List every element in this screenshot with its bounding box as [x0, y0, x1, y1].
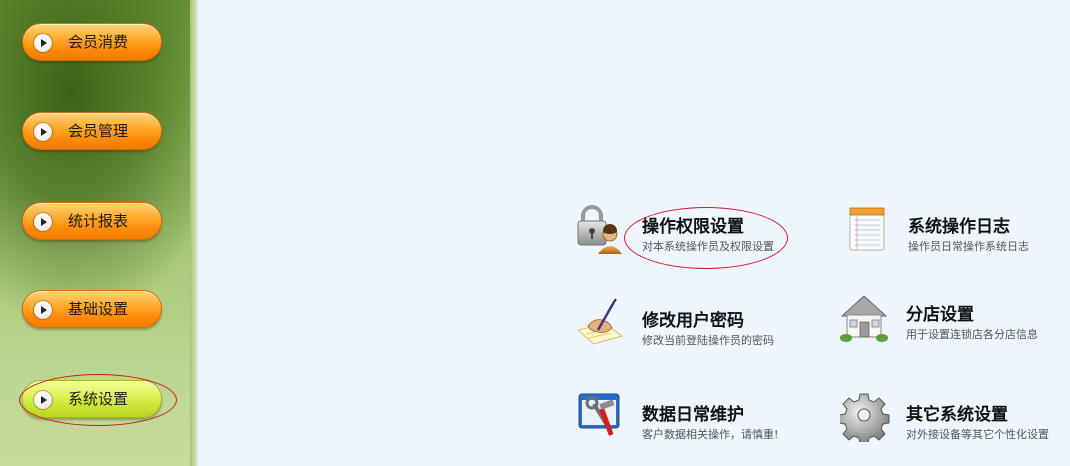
sidebar-item-label: 基础设置	[68, 300, 129, 318]
play-icon	[34, 213, 52, 231]
play-icon	[34, 123, 52, 141]
tile-branch-settings[interactable]: 分店设置 用于设置连锁店各分店信息	[838, 292, 1070, 352]
lock-user-icon	[577, 205, 622, 254]
sidebar-divider	[190, 0, 198, 466]
tile-description: 操作员日常操作系统日志	[908, 240, 1029, 253]
sidebar-item-basic-settings[interactable]: 基础设置	[22, 290, 162, 328]
sidebar-item-label: 会员消费	[68, 33, 129, 51]
sidebar-item-member-consumption[interactable]: 会员消费	[22, 23, 162, 61]
tile-operation-permission[interactable]: 操作权限设置 对本系统操作员及权限设置	[576, 202, 811, 262]
play-icon	[34, 391, 52, 409]
play-icon	[34, 34, 52, 52]
tile-other-settings[interactable]: 其它系统设置 对外接设备等其它个性化设置	[840, 390, 1070, 450]
tile-title: 操作权限设置	[642, 217, 744, 237]
sidebar-item-member-management[interactable]: 会员管理	[22, 112, 162, 150]
play-icon	[34, 301, 52, 319]
tile-change-password[interactable]: 修改用户密码 修改当前登陆操作员的密码	[576, 296, 811, 356]
hand-writing-icon	[577, 298, 623, 345]
tile-system-operation-log[interactable]: 系统操作日志 操作员日常操作系统日志	[842, 202, 1070, 262]
sidebar-item-system-settings[interactable]: 系统设置	[22, 380, 162, 418]
sidebar-item-label: 系统设置	[68, 390, 129, 408]
gear-icon	[840, 393, 890, 442]
tile-title: 数据日常维护	[642, 405, 744, 425]
tile-description: 修改当前登陆操作员的密码	[642, 334, 774, 347]
tools-icon	[578, 393, 620, 436]
tile-description: 对外接设备等其它个性化设置	[906, 428, 1049, 441]
tile-title: 分店设置	[906, 305, 974, 325]
tile-title: 系统操作日志	[908, 217, 1010, 237]
tile-description: 对本系统操作员及权限设置	[642, 240, 774, 253]
tile-description: 客户数据相关操作，请慎重!	[642, 428, 779, 441]
notepad-icon	[849, 207, 885, 251]
sidebar-item-statistics-report[interactable]: 统计报表	[22, 202, 162, 240]
sidebar-item-label: 会员管理	[68, 122, 129, 140]
tile-title: 修改用户密码	[642, 311, 744, 331]
sidebar-item-label: 统计报表	[68, 212, 129, 230]
house-icon	[840, 295, 888, 342]
tile-data-maintenance[interactable]: 数据日常维护 客户数据相关操作，请慎重!	[576, 390, 811, 450]
tile-title: 其它系统设置	[906, 405, 1008, 425]
tile-description: 用于设置连锁店各分店信息	[906, 328, 1038, 341]
